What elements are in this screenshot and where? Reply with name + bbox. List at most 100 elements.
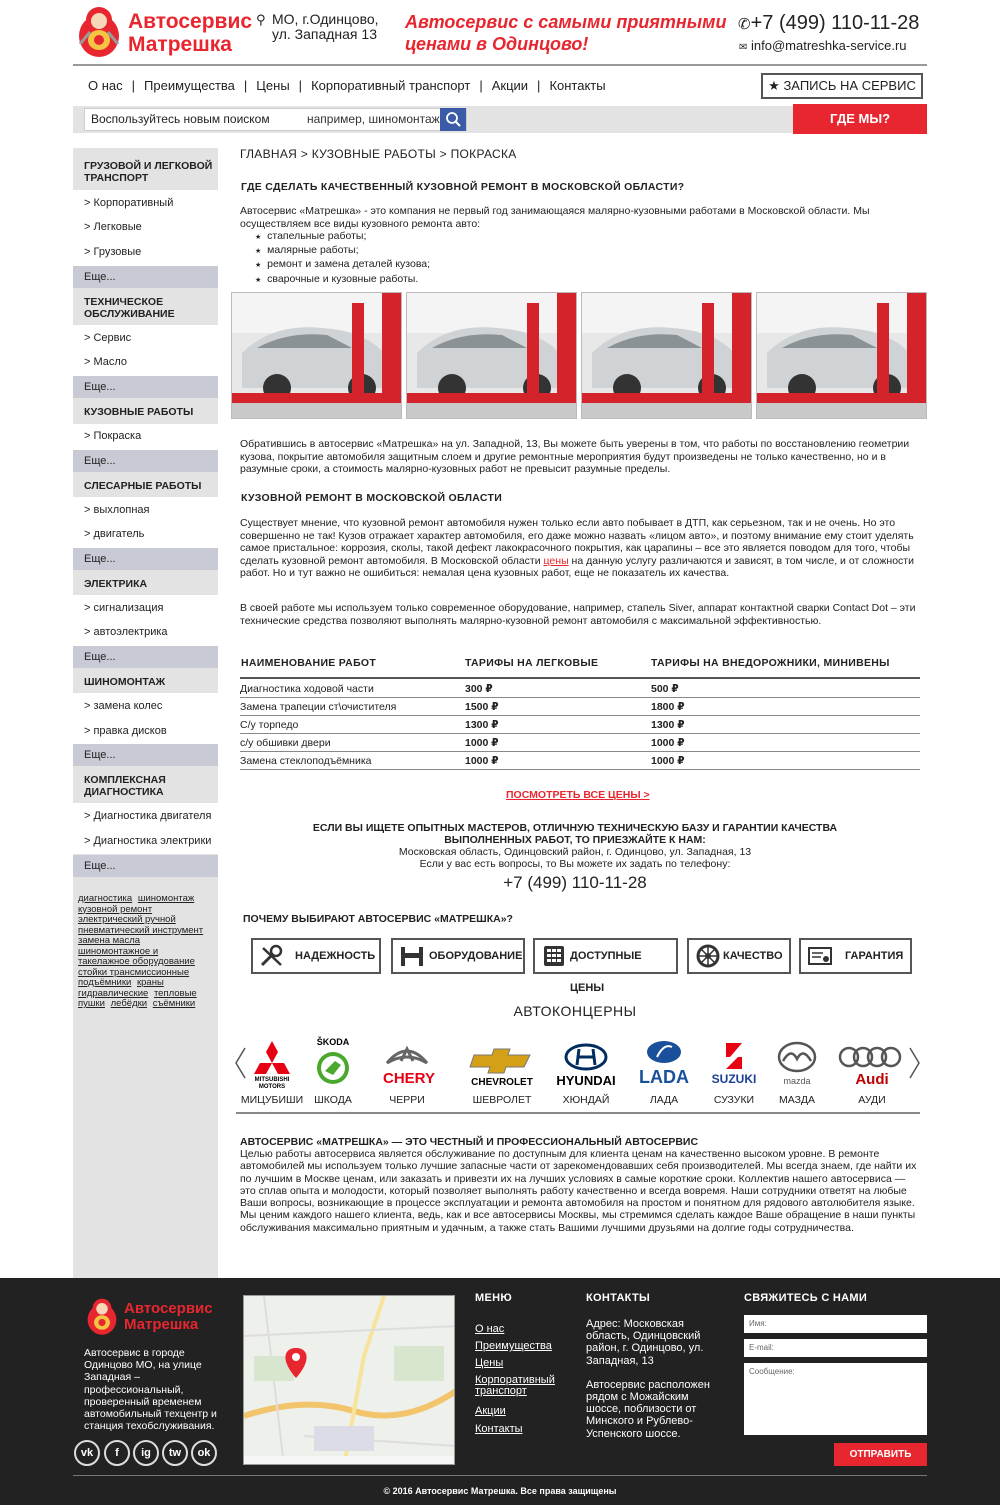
feature-guarantee[interactable]: ГАРАНТИЯ xyxy=(799,938,912,974)
brand-name: АУДИ xyxy=(858,1094,886,1106)
logo-text[interactable]: Автосервис Матрешка xyxy=(128,10,252,56)
list-item-text: малярные работы; xyxy=(267,244,359,257)
sidebar-title-tires[interactable]: ШИНОМОНТАЖ xyxy=(84,676,214,688)
sidebar-title-body[interactable]: КУЗОВНЫЕ РАБОТЫ xyxy=(84,406,214,418)
tag-link[interactable]: подъёмники xyxy=(78,977,131,988)
feature-prices[interactable]: ДОСТУПНЫЕ ЦЕНЫ xyxy=(533,938,678,994)
footer-menu-corporate[interactable]: Корпоративный транспорт xyxy=(475,1375,575,1397)
brand-hyundai[interactable]: HYUNDAI ХЮНДАЙ xyxy=(546,1030,626,1110)
tag-link[interactable]: лебёдки xyxy=(111,998,147,1009)
brand-lada[interactable]: LADA ЛАДА xyxy=(624,1030,704,1110)
header-phone[interactable]: ✆+7 (499) 110-11-28 xyxy=(738,12,919,35)
sidebar-item-alarm[interactable]: > сигнализация xyxy=(84,602,163,614)
sidebar-more-body[interactable]: Еще... xyxy=(73,450,218,472)
tag-link[interactable]: шиномонтажное и такелажное оборудование xyxy=(78,946,195,968)
brand-chevrolet[interactable]: CHEVROLET ШЕВРОЛЕТ xyxy=(462,1030,544,1110)
prices-inline-link[interactable]: цены xyxy=(544,555,569,567)
tag-link[interactable]: кузовной ремонт xyxy=(78,904,152,915)
tag-link[interactable]: электрический ручной xyxy=(78,914,176,925)
footer-menu-contacts[interactable]: Контакты xyxy=(475,1424,523,1435)
sidebar-item-wheel-change[interactable]: > замена колес xyxy=(84,700,162,712)
tag-link[interactable]: стойки трансмиссионные xyxy=(78,967,189,978)
brand-chery[interactable]: CHERY ЧЕРРИ xyxy=(367,1030,447,1110)
tag-link[interactable]: пневматический инструмент xyxy=(78,925,203,936)
nav-item-corporate[interactable]: Корпоративный транспорт xyxy=(311,78,470,93)
sidebar-item-disk-repair[interactable]: > правка дисков xyxy=(84,725,167,737)
sidebar-item-trucks[interactable]: > Грузовые xyxy=(84,246,141,258)
sidebar-item-cars[interactable]: > Легковые xyxy=(84,221,142,233)
car-photo[interactable] xyxy=(581,292,752,419)
list-item: ★ ремонт и замена деталей кузова; xyxy=(255,258,430,272)
vk-icon[interactable]: vk xyxy=(74,1440,100,1466)
feature-equipment[interactable]: ОБОРУДОВАНИЕ xyxy=(391,938,525,974)
sidebar-item-autoelectric[interactable]: > автоэлектрика xyxy=(84,626,168,638)
list-item: ★ сварочные и кузовные работы. xyxy=(255,273,430,287)
footer-menu-about[interactable]: О нас xyxy=(475,1324,504,1335)
car-photo[interactable] xyxy=(756,292,927,419)
sidebar-more-tires[interactable]: Еще... xyxy=(73,744,218,766)
sidebar-item-electric-diag[interactable]: > Диагностика электрики xyxy=(84,835,211,847)
sidebar-item-engine[interactable]: > двигатель xyxy=(84,528,144,540)
sidebar-more-diagnostics[interactable]: Еще... xyxy=(73,855,218,877)
breadcrumb[interactable]: ГЛАВНАЯ > КУЗОВНЫЕ РАБОТЫ > ПОКРАСКА xyxy=(240,147,517,161)
matryoshka-logo-icon[interactable] xyxy=(74,4,124,58)
tag-link[interactable]: шиномонтаж xyxy=(138,893,194,904)
message-field[interactable]: Сообщение: xyxy=(744,1363,927,1435)
odnoklassniki-icon[interactable]: ok xyxy=(191,1440,217,1466)
nav-item-about[interactable]: О нас xyxy=(88,78,123,93)
sidebar-item-painting[interactable]: > Покраска xyxy=(84,430,141,442)
sidebar-title-electrics[interactable]: ЭЛЕКТРИКА xyxy=(84,578,214,590)
sidebar-more-mechanics[interactable]: Еще... xyxy=(73,548,218,570)
car-photo[interactable] xyxy=(231,292,402,419)
twitter-icon[interactable]: tw xyxy=(162,1440,188,1466)
tag-link[interactable]: съёмники xyxy=(153,998,196,1009)
nav-item-advantages[interactable]: Преимущества xyxy=(144,78,235,93)
address-text: МО, г.Одинцово, ул. Западная 13 xyxy=(272,11,379,42)
brand-audi[interactable]: Audi АУДИ xyxy=(832,1030,912,1110)
search-input[interactable]: Воспользуйтесь новым поиском например, ш… xyxy=(84,108,467,131)
sidebar-title-diagnostics[interactable]: КОМПЛЕКСНАЯ ДИАГНОСТИКА xyxy=(84,774,214,798)
brand-skoda[interactable]: ŠKODA ШКОДА xyxy=(293,1030,373,1110)
location-map[interactable] xyxy=(243,1295,455,1465)
sidebar-title-maintenance[interactable]: ТЕХНИЧЕСКОЕ ОБСЛУЖИВАНИЕ xyxy=(84,296,214,320)
footer-logo-text[interactable]: Автосервис Матрешка xyxy=(124,1301,213,1333)
footer-menu-prices[interactable]: Цены xyxy=(475,1358,503,1369)
table-cell: 500 ₽ xyxy=(651,683,679,695)
tag-link[interactable]: диагностика xyxy=(78,893,132,904)
cta-question: Если у вас есть вопросы, то Вы можете их… xyxy=(419,858,731,870)
feature-reliability[interactable]: НАДЕЖНОСТЬ xyxy=(251,938,381,974)
search-button[interactable] xyxy=(440,108,466,131)
nav-item-contacts[interactable]: Контакты xyxy=(549,78,605,93)
matryoshka-logo-icon[interactable] xyxy=(84,1296,120,1336)
sidebar-item-exhaust[interactable]: > выхлопная xyxy=(84,504,150,516)
sidebar-more-maintenance[interactable]: Еще... xyxy=(73,376,218,398)
star-bullet-icon: ★ xyxy=(255,234,262,241)
instagram-icon[interactable]: ig xyxy=(133,1440,159,1466)
send-button[interactable]: ОТПРАВИТЬ xyxy=(834,1443,927,1466)
name-field[interactable]: Имя: xyxy=(744,1315,927,1333)
sidebar-title-transport[interactable]: ГРУЗОВОЙ И ЛЕГКОВОЙ ТРАНСПОРТ xyxy=(84,160,214,184)
sidebar-item-corporate[interactable]: > Корпоративный xyxy=(84,197,173,209)
feature-quality[interactable]: КАЧЕСТВО xyxy=(687,938,791,974)
sidebar-more-electrics[interactable]: Еще... xyxy=(73,646,218,668)
facebook-icon[interactable]: f xyxy=(104,1440,130,1466)
nav-item-prices[interactable]: Цены xyxy=(256,78,289,93)
footer-menu-promos[interactable]: Акции xyxy=(475,1406,506,1417)
sidebar-item-service[interactable]: > Сервис xyxy=(84,332,131,344)
all-prices-link[interactable]: ПОСМОТРЕТЬ ВСЕ ЦЕНЫ > xyxy=(506,789,650,801)
footer-menu-advantages[interactable]: Преимущества xyxy=(475,1341,552,1352)
table-cell: с/у обшивки двери xyxy=(240,737,331,749)
cta-phone[interactable]: +7 (499) 110-11-28 xyxy=(250,873,900,893)
email-field[interactable]: E-mail: xyxy=(744,1339,927,1357)
sidebar-item-oil[interactable]: > Масло xyxy=(84,356,127,368)
tag-link[interactable]: замена масла xyxy=(78,935,140,946)
nav-item-promos[interactable]: Акции xyxy=(492,78,528,93)
sidebar-item-engine-diag[interactable]: > Диагностика двигателя xyxy=(84,810,211,822)
book-service-button[interactable]: ★ ЗАПИСЬ НА СЕРВИС xyxy=(761,73,923,99)
brand-mazda[interactable]: mazda МАЗДА xyxy=(757,1030,837,1110)
sidebar-title-mechanics[interactable]: СЛЕСАРНЫЕ РАБОТЫ xyxy=(84,480,214,492)
header-email[interactable]: ✉ info@matreshka-service.ru xyxy=(739,38,907,53)
car-photo[interactable] xyxy=(406,292,577,419)
where-are-we-button[interactable]: ГДЕ МЫ? xyxy=(793,104,927,134)
sidebar-more-transport[interactable]: Еще... xyxy=(73,266,218,288)
